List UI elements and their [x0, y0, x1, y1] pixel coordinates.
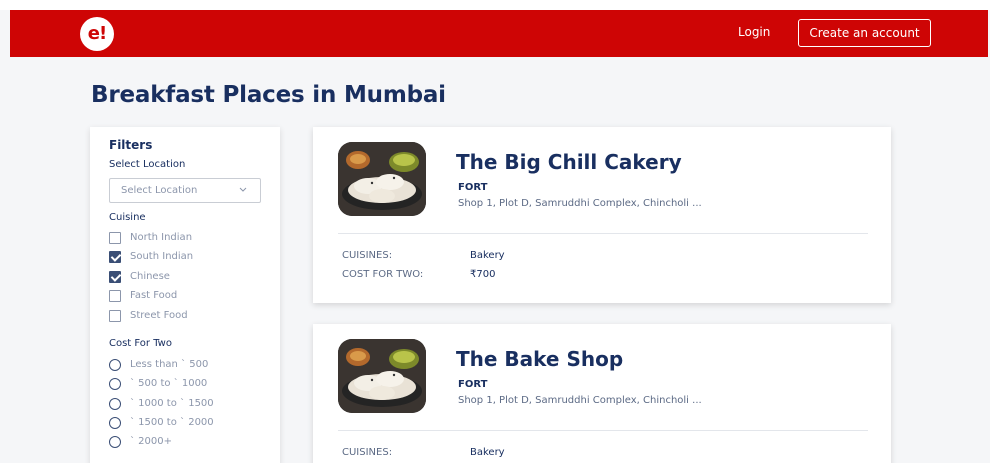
checkbox[interactable] — [109, 290, 121, 302]
cuisine-option-label: South Indian — [130, 251, 194, 262]
cost-option-1500-to-2000[interactable]: ` 1500 to ` 2000 — [109, 417, 274, 431]
radio-button[interactable] — [109, 359, 121, 371]
checkbox-checked[interactable] — [109, 251, 121, 263]
cost-option-label: ` 2000+ — [130, 436, 173, 447]
cuisine-option-label: Fast Food — [130, 290, 178, 301]
cuisines-key: CUISINES: — [342, 250, 393, 261]
cuisine-option-north-indian[interactable]: North Indian — [109, 232, 274, 246]
divider — [338, 233, 868, 234]
select-location-label: Select Location — [109, 159, 186, 170]
cuisine-option-label: North Indian — [130, 232, 193, 243]
restaurant-area: FORT — [458, 182, 488, 193]
location-select-placeholder: Select Location — [121, 185, 198, 196]
cuisine-option-fast-food[interactable]: Fast Food — [109, 290, 274, 304]
cost-option-2000-plus[interactable]: ` 2000+ — [109, 436, 274, 450]
cuisine-option-street-food[interactable]: Street Food — [109, 310, 274, 324]
restaurant-address: Shop 1, Plot D, Samruddhi Complex, Chinc… — [458, 198, 702, 209]
page: e! Login Create an account Breakfast Pla… — [0, 0, 990, 463]
filters-title: Filters — [109, 138, 153, 152]
checkbox[interactable] — [109, 232, 121, 244]
restaurant-address: Shop 1, Plot D, Samruddhi Complex, Chinc… — [458, 395, 702, 406]
cuisine-label: Cuisine — [109, 212, 146, 223]
cuisine-option-label: Chinese — [130, 271, 170, 282]
header-bar: e! Login Create an account — [10, 10, 988, 57]
checkbox-checked[interactable] — [109, 271, 121, 283]
cuisines-value: Bakery — [470, 447, 505, 458]
restaurant-name[interactable]: The Bake Shop — [456, 347, 623, 371]
cost-option-500-to-1000[interactable]: ` 500 to ` 1000 — [109, 378, 274, 392]
cuisines-key: CUISINES: — [342, 447, 393, 458]
logo[interactable]: e! — [80, 17, 114, 51]
cuisine-option-label: Street Food — [130, 310, 188, 321]
top-strip — [0, 0, 990, 10]
page-title: Breakfast Places in Mumbai — [91, 82, 446, 108]
cost-option-less-than-500[interactable]: Less than ` 500 — [109, 359, 274, 373]
restaurant-name[interactable]: The Big Chill Cakery — [456, 150, 682, 174]
cost-option-label: ` 500 to ` 1000 — [130, 378, 208, 389]
cuisines-value: Bakery — [470, 250, 505, 261]
divider — [338, 430, 868, 431]
restaurant-area: FORT — [458, 379, 488, 390]
chevron-down-icon — [238, 184, 248, 197]
radio-button[interactable] — [109, 436, 121, 448]
restaurant-card[interactable]: The Bake Shop FORT Shop 1, Plot D, Samru… — [313, 324, 891, 463]
radio-button[interactable] — [109, 417, 121, 429]
cost-key: COST FOR TWO: — [342, 269, 424, 280]
location-select[interactable]: Select Location — [109, 178, 261, 203]
cost-option-label: ` 1500 to ` 2000 — [130, 417, 214, 428]
cost-for-two-label: Cost For Two — [109, 338, 172, 349]
cuisine-option-chinese[interactable]: Chinese — [109, 271, 274, 285]
restaurant-thumbnail[interactable] — [338, 339, 426, 413]
cuisine-option-south-indian[interactable]: South Indian — [109, 251, 274, 265]
filters-panel: Filters Select Location Select Location … — [90, 127, 280, 463]
login-link[interactable]: Login — [738, 25, 770, 39]
restaurant-thumbnail[interactable] — [338, 142, 426, 216]
cost-option-label: ` 1000 to ` 1500 — [130, 398, 214, 409]
radio-button[interactable] — [109, 378, 121, 390]
cost-option-label: Less than ` 500 — [130, 359, 209, 370]
restaurant-card[interactable]: The Big Chill Cakery FORT Shop 1, Plot D… — [313, 127, 891, 303]
cost-option-1000-to-1500[interactable]: ` 1000 to ` 1500 — [109, 398, 274, 412]
checkbox[interactable] — [109, 310, 121, 322]
radio-button[interactable] — [109, 398, 121, 410]
create-account-button[interactable]: Create an account — [798, 19, 931, 47]
cost-value: ₹700 — [470, 269, 496, 280]
